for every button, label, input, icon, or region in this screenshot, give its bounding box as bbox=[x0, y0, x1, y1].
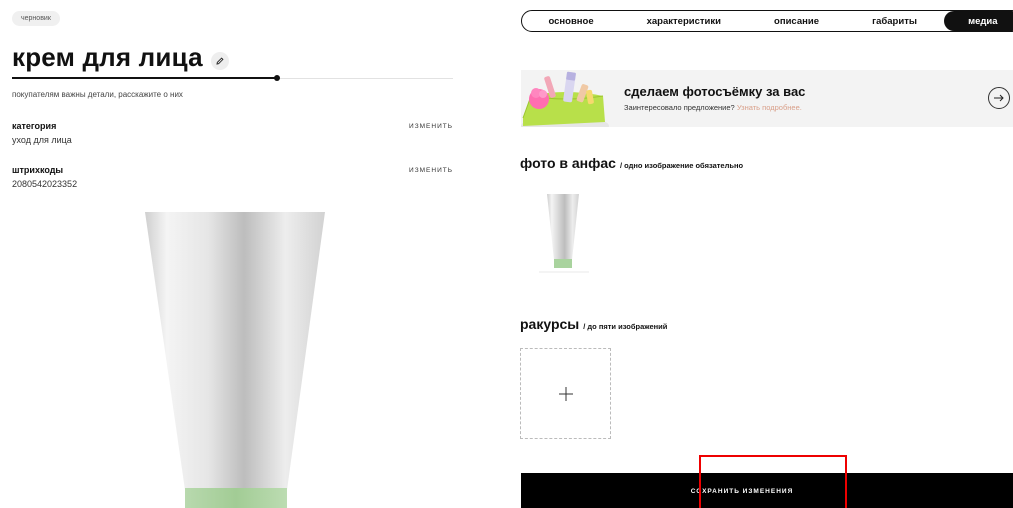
barcodes-label: штрихкоды bbox=[12, 165, 64, 175]
barcodes-field: штрихкоды изменить 2080542023352 bbox=[12, 165, 453, 189]
progress-fill bbox=[12, 77, 277, 79]
front-photo-title: фото в анфас bbox=[520, 155, 616, 171]
change-category-button[interactable]: изменить bbox=[409, 123, 453, 130]
front-photo-thumbnail[interactable] bbox=[533, 190, 593, 274]
category-value: уход для лица bbox=[12, 135, 72, 145]
banner-title: сделаем фотосъёмку за вас bbox=[624, 84, 806, 99]
product-title-row: крем для лица bbox=[12, 42, 229, 73]
angles-heading: ракурсы / до пяти изображений bbox=[520, 316, 667, 332]
tab-dimensions[interactable]: габариты bbox=[846, 11, 944, 31]
category-label: категория bbox=[12, 121, 57, 131]
front-photo-note: / одно изображение обязательно bbox=[619, 161, 744, 170]
product-image bbox=[143, 210, 327, 508]
angles-title: ракурсы bbox=[520, 316, 580, 332]
section-tabs: основное характеристики описание габарит… bbox=[521, 10, 1013, 32]
angles-note: / до пяти изображений bbox=[583, 322, 668, 331]
banner-question: Заинтересовало предложение? bbox=[624, 103, 735, 112]
banner-text: Заинтересовало предложение? Узнать подро… bbox=[624, 103, 802, 112]
category-field: категория изменить уход для лица bbox=[12, 121, 453, 145]
learn-more-link[interactable]: Узнать подробнее. bbox=[737, 103, 802, 112]
tab-characteristics[interactable]: характеристики bbox=[620, 11, 747, 31]
status-badge: черновик bbox=[12, 11, 60, 26]
hint-text: покупателям важны детали, расскажите о н… bbox=[12, 90, 183, 99]
front-photo-heading: фото в анфас / одно изображение обязател… bbox=[520, 155, 743, 171]
plus-icon bbox=[558, 386, 573, 401]
tab-main[interactable]: основное bbox=[522, 11, 620, 31]
barcode-value: 2080542023352 bbox=[12, 179, 78, 189]
page-title: крем для лица bbox=[12, 42, 203, 72]
photo-service-banner: сделаем фотосъёмку за вас Заинтересовало… bbox=[521, 70, 1013, 136]
cosmetics-illustration bbox=[521, 70, 609, 136]
save-button-label: сохранить изменения bbox=[690, 488, 794, 495]
progress-bar bbox=[12, 75, 453, 81]
change-barcodes-button[interactable]: изменить bbox=[409, 167, 453, 174]
progress-marker bbox=[273, 75, 280, 81]
tab-media[interactable]: медиа bbox=[943, 11, 1013, 31]
pencil-icon[interactable] bbox=[210, 51, 229, 70]
save-button[interactable]: сохранить изменения bbox=[521, 473, 1013, 508]
tab-description[interactable]: описание bbox=[748, 11, 846, 31]
add-angle-photo-button[interactable] bbox=[520, 348, 611, 439]
arrow-right-circle-icon[interactable] bbox=[988, 87, 1010, 109]
